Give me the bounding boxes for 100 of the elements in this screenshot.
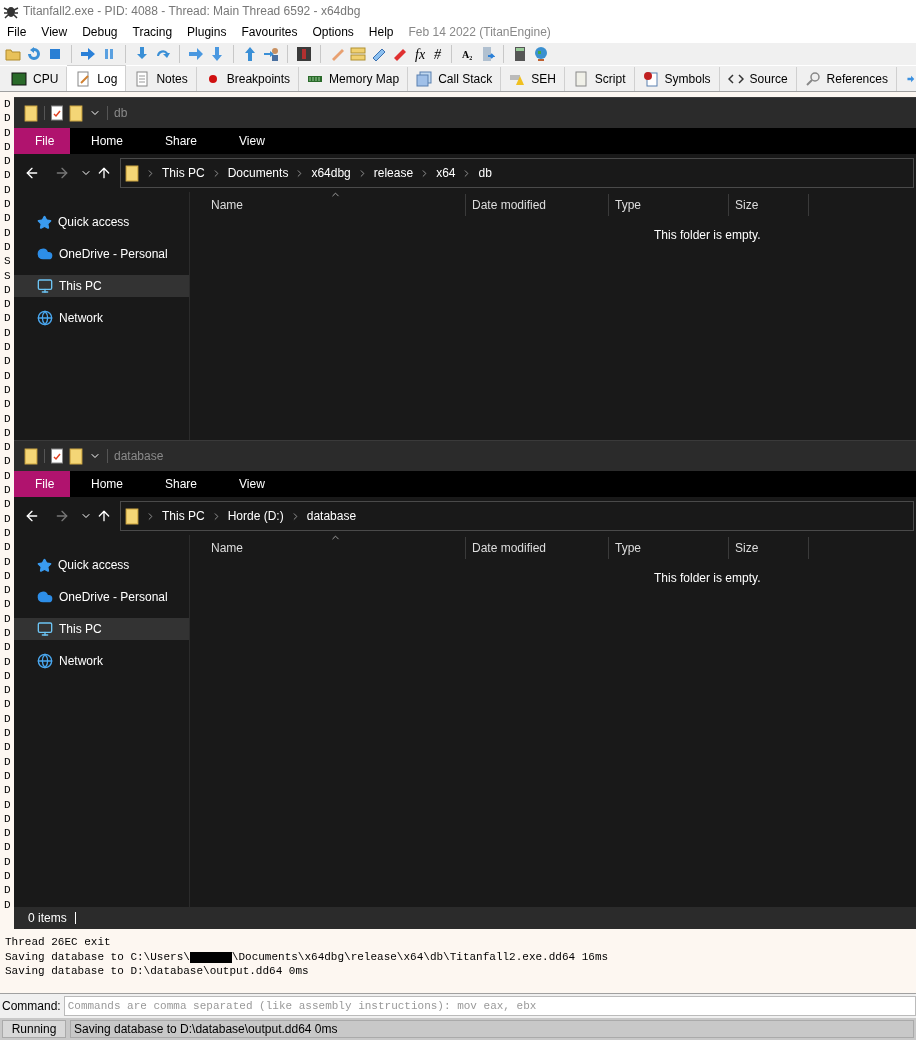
log-line: D bbox=[4, 282, 11, 298]
ribbon-tab[interactable]: File bbox=[14, 128, 70, 154]
nav-item[interactable]: OneDrive - Personal bbox=[14, 243, 189, 265]
forward-icon[interactable] bbox=[54, 508, 70, 524]
tab[interactable]: Log bbox=[67, 65, 127, 91]
breadcrumb[interactable]: This PC bbox=[162, 507, 205, 525]
log-line: D bbox=[4, 139, 11, 155]
log-line: S bbox=[4, 254, 11, 269]
column-header[interactable]: Type bbox=[609, 537, 729, 559]
column-header[interactable]: Size bbox=[729, 194, 809, 216]
breadcrumb[interactable]: Documents bbox=[227, 164, 289, 182]
trace-over-icon[interactable] bbox=[209, 46, 225, 62]
nav-item[interactable]: This PC bbox=[14, 618, 189, 640]
nav-label: This PC bbox=[59, 621, 102, 638]
build-info: Feb 14 2022 (TitanEngine) bbox=[408, 24, 551, 41]
menu-item[interactable]: Options bbox=[312, 23, 354, 41]
run-arrow-icon[interactable] bbox=[80, 46, 96, 62]
chip-icon bbox=[11, 71, 27, 87]
up-icon[interactable] bbox=[96, 508, 112, 524]
nav-item[interactable]: Quick access bbox=[14, 211, 189, 233]
breadcrumb[interactable]: This PC bbox=[162, 164, 205, 182]
log-line: D bbox=[4, 325, 11, 341]
breadcrumb[interactable]: x64 bbox=[436, 164, 456, 182]
log-line: D bbox=[4, 368, 11, 383]
log-line: D bbox=[4, 626, 11, 641]
nav-item[interactable]: Network bbox=[14, 650, 189, 672]
command-field[interactable]: Commands are comma separated (like assembly instructions): mov eax, ebx bbox=[63, 996, 916, 1016]
nav-label: OneDrive - Personal bbox=[59, 589, 168, 606]
log-line: D bbox=[4, 311, 11, 326]
folder-icon[interactable] bbox=[24, 447, 38, 465]
log-line: Thread 26EC exit bbox=[5, 935, 111, 950]
toolbar-button[interactable]: A₂ bbox=[460, 46, 475, 62]
toolbar-button[interactable]: fx bbox=[413, 43, 428, 65]
menu-item[interactable]: View bbox=[41, 23, 68, 41]
column-header[interactable]: Size bbox=[729, 537, 809, 559]
log-line: D bbox=[4, 354, 11, 369]
folder-icon[interactable] bbox=[125, 164, 139, 182]
nav-item[interactable]: Quick access bbox=[14, 554, 189, 576]
empty-folder-message: This folder is empty. bbox=[654, 570, 761, 587]
column-header[interactable]: Type bbox=[609, 194, 729, 216]
folder-icon[interactable] bbox=[69, 104, 83, 122]
checklist-icon[interactable] bbox=[51, 448, 63, 464]
status-message: Saving database to D:\database\output.dd64 0ms bbox=[70, 1020, 914, 1038]
nav-item[interactable]: Network bbox=[14, 307, 189, 329]
menu-item[interactable]: Tracing bbox=[132, 23, 173, 41]
log-line: D bbox=[4, 211, 11, 226]
up-icon[interactable] bbox=[96, 165, 112, 181]
step-out-icon[interactable] bbox=[242, 46, 258, 62]
folder-icon[interactable] bbox=[125, 507, 139, 525]
nav-item[interactable]: This PC bbox=[14, 275, 189, 297]
back-icon[interactable] bbox=[24, 165, 40, 181]
nav-item[interactable]: OneDrive - Personal bbox=[14, 586, 189, 608]
log-line: D bbox=[4, 182, 11, 198]
log-line: D bbox=[4, 654, 11, 669]
column-header[interactable]: Name bbox=[195, 537, 466, 559]
stop-icon[interactable] bbox=[47, 46, 63, 62]
trace-into-icon[interactable] bbox=[188, 46, 204, 62]
menu-item[interactable]: File bbox=[7, 23, 27, 41]
log-line: D bbox=[4, 511, 11, 526]
column-header[interactable]: Date modified bbox=[466, 194, 609, 216]
log-line: D bbox=[4, 826, 11, 841]
log-line: D bbox=[4, 726, 11, 741]
log-line: D bbox=[4, 683, 11, 698]
log-line: D bbox=[4, 840, 11, 855]
menu-item[interactable]: Plugins bbox=[187, 23, 227, 41]
checklist-icon[interactable] bbox=[51, 105, 63, 121]
menu-item[interactable]: Help bbox=[368, 23, 394, 41]
breadcrumb[interactable]: x64dbg bbox=[311, 164, 351, 182]
folder-icon[interactable] bbox=[24, 104, 38, 122]
log-line: D bbox=[4, 525, 11, 541]
back-icon[interactable] bbox=[24, 508, 40, 524]
column-header[interactable]: Name bbox=[195, 194, 466, 216]
menu-item[interactable]: Debug bbox=[82, 23, 118, 41]
log-line: D bbox=[4, 382, 11, 398]
log-line: D bbox=[4, 811, 11, 827]
nav-label: Quick access bbox=[58, 214, 130, 231]
globe-icon[interactable] bbox=[533, 46, 550, 62]
folder-icon[interactable] bbox=[69, 447, 83, 465]
cloud-icon bbox=[37, 589, 53, 605]
restart-icon[interactable] bbox=[26, 46, 42, 62]
forward-icon[interactable] bbox=[54, 165, 70, 181]
menu-item[interactable]: Favourites bbox=[241, 23, 298, 41]
address-bar[interactable]: This PC Documents x64dbg release x64 db bbox=[120, 158, 914, 188]
breadcrumb[interactable]: db bbox=[478, 164, 492, 182]
ribbon-tab[interactable]: File bbox=[14, 471, 70, 497]
log-line: D bbox=[4, 554, 11, 569]
breadcrumb[interactable]: release bbox=[373, 164, 414, 182]
column-header[interactable]: Date modified bbox=[466, 537, 609, 559]
label-icon[interactable] bbox=[371, 46, 387, 62]
user-icon[interactable] bbox=[263, 46, 279, 62]
breadcrumb[interactable]: Horde (D:) bbox=[227, 507, 284, 525]
window-title: database bbox=[114, 448, 164, 465]
windows-icon bbox=[416, 71, 433, 87]
log-line: D bbox=[4, 111, 11, 126]
log-line: D bbox=[4, 397, 11, 412]
toolbar-button[interactable]: # bbox=[432, 43, 444, 65]
log-line: D bbox=[4, 239, 11, 255]
bookmark-icon[interactable] bbox=[392, 46, 408, 62]
address-bar[interactable]: This PC Horde (D:) database bbox=[120, 501, 914, 531]
breadcrumb[interactable]: database bbox=[306, 507, 357, 525]
